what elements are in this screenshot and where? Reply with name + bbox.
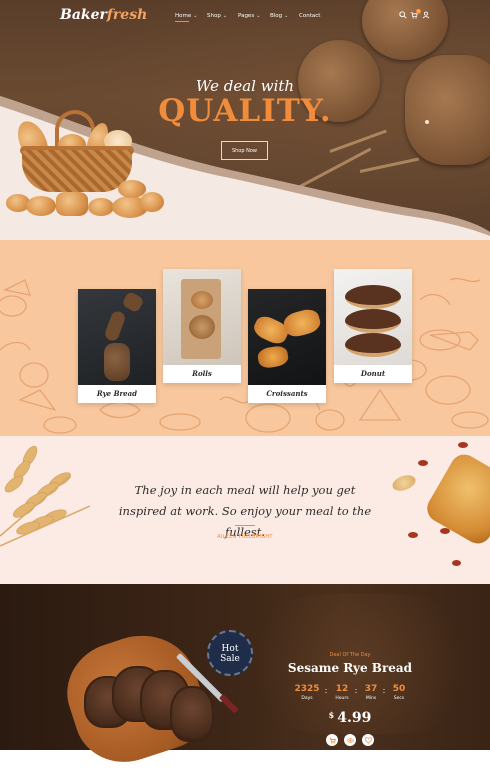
- chevron-down-icon: ⌄: [256, 13, 261, 19]
- categories-section: [0, 240, 490, 436]
- category-label: Donut: [360, 369, 386, 378]
- user-icon[interactable]: [422, 11, 430, 19]
- nav-label: Pages: [238, 13, 255, 19]
- chevron-down-icon: ⌄: [222, 13, 228, 19]
- countdown-secs-value: 50: [392, 684, 406, 694]
- deal-price: $4.99: [300, 710, 400, 726]
- rolls-image: [163, 269, 241, 365]
- bread-image: [26, 196, 56, 216]
- search-icon[interactable]: [399, 11, 407, 19]
- add-to-cart-button[interactable]: [326, 734, 338, 746]
- countdown-days-value: 2325: [294, 684, 320, 694]
- peanut-image: [458, 442, 468, 448]
- quote-divider: [235, 525, 255, 526]
- donut-image: [334, 269, 412, 365]
- quick-view-button[interactable]: [344, 734, 356, 746]
- logo-text-fresh: fresh: [106, 7, 148, 23]
- countdown-hours-label: Hours: [335, 696, 349, 701]
- site-logo[interactable]: Bakerfresh: [60, 7, 147, 23]
- nav-item-home[interactable]: Home ⌄: [175, 13, 197, 19]
- category-card-croissants[interactable]: Croissants: [248, 289, 326, 403]
- category-label: Rye Bread: [96, 389, 138, 398]
- testimonial-author: AILEEN FULLBRIGHT: [217, 534, 273, 540]
- countdown-mins-label: Mins: [365, 696, 377, 701]
- bread-image: [140, 192, 164, 212]
- nav-label: Shop: [207, 13, 221, 19]
- hot-sale-badge: Hot Sale: [207, 630, 253, 676]
- nav-active-indicator: [175, 21, 189, 22]
- countdown-secs-label: Secs: [393, 696, 405, 701]
- deal-product-title[interactable]: Sesame Rye Bread: [270, 661, 430, 675]
- cart-icon: [329, 737, 336, 744]
- nav-item-blog[interactable]: Blog ⌄: [270, 13, 288, 19]
- category-card-rolls[interactable]: Rolls: [163, 269, 241, 383]
- countdown-days-label: Days: [301, 696, 313, 701]
- chevron-down-icon: ⌄: [284, 13, 289, 19]
- croissants-image: [248, 289, 326, 385]
- nav-label: Blog: [270, 13, 283, 19]
- wishlist-button[interactable]: [362, 734, 374, 746]
- nav-label: Home: [175, 13, 192, 19]
- badge-line-2: Sale: [220, 654, 240, 664]
- logo-text-baker: Baker: [60, 7, 107, 23]
- price-value: 4.99: [337, 710, 372, 726]
- nav-item-contact[interactable]: Contact: [299, 13, 320, 19]
- peanut-image: [390, 472, 418, 494]
- deal-tag: Deal Of The Day: [329, 652, 371, 658]
- eye-icon: [346, 737, 354, 743]
- category-card-rye-bread[interactable]: Rye Bread: [78, 289, 156, 403]
- hero-title: QUALITY.: [158, 93, 332, 129]
- category-label: Croissants: [266, 389, 308, 398]
- bread-basket-image: [22, 150, 132, 192]
- nav-item-shop[interactable]: Shop ⌄: [207, 13, 227, 19]
- peanut-image: [418, 460, 428, 466]
- price-currency: $: [328, 710, 335, 720]
- cart-count-badge: 0: [416, 9, 421, 14]
- bread-image: [88, 198, 114, 216]
- shop-now-button[interactable]: Shop Now: [221, 141, 268, 160]
- bread-image: [56, 192, 88, 216]
- chevron-down-icon: ⌄: [193, 13, 198, 19]
- slider-dot[interactable]: [425, 120, 429, 124]
- bread-slice-image: [170, 686, 214, 742]
- nav-item-pages[interactable]: Pages ⌄: [238, 13, 260, 19]
- heart-icon: [364, 736, 372, 744]
- category-label: Rolls: [192, 369, 212, 378]
- hero-section: Bakerfresh Home ⌄ Shop ⌄ Pages ⌄ Blog ⌄ Cont…: [0, 0, 490, 240]
- rye-bread-image: [78, 289, 156, 385]
- food-doodle-background: [0, 277, 489, 434]
- peanut-image: [452, 560, 461, 566]
- nav-label: Contact: [299, 13, 321, 19]
- category-card-donut[interactable]: Donut: [334, 269, 412, 383]
- badge-line-1: Hot: [221, 644, 239, 654]
